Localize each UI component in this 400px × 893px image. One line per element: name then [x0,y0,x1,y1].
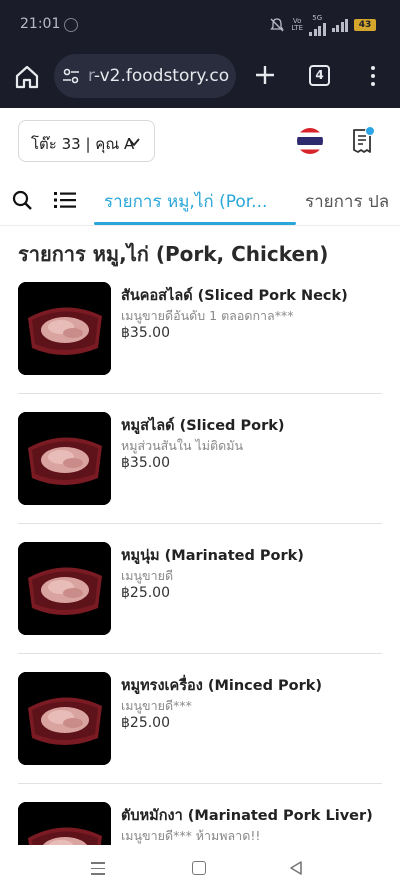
menu-item-image[interactable] [18,282,111,375]
url-text: r-v2.foodstory.co [88,66,230,86]
volte-label: Vo LTE [291,17,303,32]
menu-item-description: หมูส่วนสันใน ไม่ติดมัน [121,438,244,453]
menu-item-name: สันคอสไลด์ (Sliced Pork Neck) [121,288,348,304]
menu-item-name: หมูนุ่ม (Marinated Pork) [121,548,304,564]
menu-item[interactable]: หมูนุ่ม (Marinated Pork) เมนูขายดี฿25.00 [18,542,382,672]
menu-item-name: ตับหมักงา (Marinated Pork Liver) [121,808,373,824]
menu-item-name: หมูสไลด์ (Sliced Pork) [121,418,285,434]
recent-apps-icon[interactable] [91,862,107,876]
tune-icon[interactable] [62,67,80,85]
home-icon[interactable] [14,64,40,90]
menu-item-description: เมนูขายดีอันดับ 1 ตลอดกาล*** [121,308,294,323]
menu-item-price: ฿35.00 [121,455,170,471]
divider [18,393,382,394]
menu-item-price: ฿35.00 [121,325,170,341]
menu-item-description: เมนูขายดี*** ห้ามพลาด!! [121,828,261,843]
section-title: รายการ หมู,ไก่ (Pork, Chicken) [18,242,329,266]
new-tab-icon[interactable] [253,63,277,87]
nav-home-icon[interactable] [192,861,206,875]
status-icons: Vo LTE 5G 43 [269,14,376,36]
status-bar: 21:01 Vo LTE 5G 43 [0,0,400,52]
menu-item-description: เมนูขายดี*** [121,698,192,713]
status-time: 21:01 [20,16,61,32]
table-selector[interactable]: โต๊ะ 33 | คุณ A [18,120,155,162]
menu-item-name: หมูทรงเครื่อง (Minced Pork) [121,678,323,694]
menu-item-image[interactable] [18,542,111,635]
list-icon[interactable] [54,191,76,209]
thai-flag-icon[interactable] [297,128,323,154]
tab-switcher-button[interactable]: 4 [309,65,330,86]
active-tab-indicator [94,222,296,225]
search-icon[interactable] [12,190,32,210]
signal-1: 5G [309,14,326,36]
whatsapp-icon [64,18,78,32]
menu-item[interactable]: สันคอสไลด์ (Sliced Pork Neck) เมนูขายดีอั… [18,282,382,412]
menu-item-price: ฿25.00 [121,715,170,731]
menu-item-image[interactable] [18,412,111,505]
divider [18,783,382,784]
mute-icon [270,18,285,32]
menu-item[interactable]: หมูสไลด์ (Sliced Pork) หมูส่วนสันใน ไม่ติ… [18,412,382,542]
menu-item-image[interactable] [18,672,111,765]
android-nav-bar [0,845,400,893]
table-label: โต๊ะ 33 | คุณ A [31,135,135,153]
menu-item[interactable]: หมูทรงเครื่อง (Minced Pork) เมนูขายดี*** ฿… [18,672,382,802]
battery-icon: 43 [354,19,376,31]
divider [18,653,382,654]
tab-pork-chicken[interactable]: รายการ หมู,ไก่ (Por... [104,188,267,215]
kebab-menu-icon[interactable] [369,66,377,86]
menu-item-description: เมนูขายดี [121,568,174,583]
category-nav: รายการ หมู,ไก่ (Por... รายการ ปล [0,172,400,226]
signal-2-icon [331,18,348,32]
browser-toolbar: r-v2.foodstory.co 4 [0,52,400,108]
address-bar[interactable]: r-v2.foodstory.co [54,54,236,98]
notification-dot [365,126,375,136]
back-icon[interactable] [288,860,304,876]
menu-item-price: ฿25.00 [121,585,170,601]
tab-next-category[interactable]: รายการ ปล [305,188,389,215]
chevron-down-icon [128,138,140,147]
divider [18,523,382,524]
